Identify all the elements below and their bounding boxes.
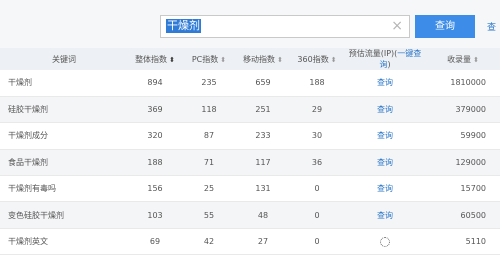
keyword-cell: 干燥剂有毒吗: [8, 184, 56, 194]
table-row: 变色硅胶干燥剂 103 55 48 0 查询 60500: [0, 201, 500, 229]
360-index-cell: 0: [314, 210, 320, 220]
volume-cell: 15700: [460, 184, 486, 194]
keyword-cell: 变色硅胶干燥剂: [8, 210, 64, 220]
mobile-index-cell: 251: [255, 105, 271, 115]
header-mobile-index[interactable]: 移动指数 ⬍: [236, 48, 290, 70]
overall-index-cell: 369: [147, 105, 163, 115]
header-traffic: 预估流量(IP)(一键查询): [348, 49, 422, 69]
header-360-index[interactable]: 360指数 ⬍: [290, 48, 344, 70]
volume-cell: 60500: [460, 210, 486, 220]
clear-icon[interactable]: ×: [391, 18, 403, 34]
traffic-query-link[interactable]: 查询: [344, 96, 426, 122]
table-row: 干燥剂英文 69 42 27 0 5110: [0, 228, 500, 255]
overall-index-cell: 69: [149, 237, 161, 247]
360-index-cell: 0: [314, 184, 320, 194]
table-row: 干燥剂 894 235 659 188 查询 1810000: [0, 70, 500, 97]
keyword-cell: 食品干燥剂: [8, 157, 48, 167]
mobile-index-cell: 48: [257, 210, 269, 220]
mobile-index-cell: 233: [255, 131, 271, 141]
keyword-table: 关键词 整体指数 ⬍ PC指数 ⬍ 移动指数 ⬍ 360指数 ⬍ 预估流量(IP)(一键…: [0, 48, 500, 255]
overall-index-cell: 320: [147, 131, 163, 141]
search-input[interactable]: 干燥剂 ×: [160, 15, 410, 38]
volume-cell: 129000: [455, 157, 486, 167]
keyword-cell: 干燥剂成分: [8, 131, 48, 141]
pc-index-cell: 55: [203, 210, 215, 220]
pc-index-cell: 235: [201, 78, 217, 88]
volume-cell: 379000: [455, 105, 486, 115]
pc-index-cell: 71: [203, 157, 215, 167]
sort-icon[interactable]: ⬍: [277, 56, 283, 64]
traffic-query-link[interactable]: 查询: [344, 123, 426, 149]
mobile-index-cell: 27: [257, 237, 269, 247]
volume-cell: 59900: [460, 131, 486, 141]
360-index-cell: 30: [311, 131, 323, 141]
sort-icon[interactable]: ⬍: [331, 56, 337, 64]
overall-index-cell: 156: [147, 184, 163, 194]
360-index-cell: 29: [311, 105, 323, 115]
traffic-query-link[interactable]: 查询: [344, 202, 426, 228]
keyword-cell: 干燥剂英文: [8, 237, 48, 247]
search-bar: 干燥剂 × 查询 查: [0, 0, 500, 48]
header-overall-index[interactable]: 整体指数 ⬍: [128, 48, 182, 70]
pc-index-cell: 25: [203, 184, 215, 194]
table-row: 干燥剂成分 320 87 233 30 查询 59900: [0, 123, 500, 150]
traffic-query-link[interactable]: 查询: [344, 176, 426, 202]
loading-spinner-cell: [344, 228, 426, 254]
table-row: 硅胶干燥剂 369 118 251 29 查询 379000: [0, 96, 500, 123]
search-button[interactable]: 查询: [415, 15, 475, 38]
pc-index-cell: 87: [203, 131, 215, 141]
mobile-index-cell: 131: [255, 184, 271, 194]
header-pc-index[interactable]: PC指数 ⬍: [182, 48, 236, 70]
header-keyword: 关键词: [52, 54, 76, 64]
loading-spinner-icon: [380, 236, 390, 247]
search-query-text: 干燥剂: [166, 19, 201, 33]
360-index-cell: 36: [311, 157, 323, 167]
table-row: 食品干燥剂 188 71 117 36 查询 129000: [0, 149, 500, 176]
sort-icon[interactable]: ⬍: [169, 56, 175, 64]
table-header-row: 关键词 整体指数 ⬍ PC指数 ⬍ 移动指数 ⬍ 360指数 ⬍ 预估流量(IP)(一键…: [0, 48, 500, 70]
header-volume[interactable]: 收录量 ⬍: [426, 48, 500, 70]
overall-index-cell: 103: [147, 210, 163, 220]
query-link-partial[interactable]: 查: [487, 20, 496, 33]
keyword-cell: 干燥剂: [8, 78, 32, 88]
mobile-index-cell: 659: [255, 78, 271, 88]
sort-icon[interactable]: ⬍: [220, 56, 226, 64]
traffic-query-link[interactable]: 查询: [344, 149, 426, 175]
overall-index-cell: 894: [147, 78, 163, 88]
keyword-cell: 硅胶干燥剂: [8, 105, 48, 115]
traffic-query-link[interactable]: 查询: [344, 70, 426, 96]
mobile-index-cell: 117: [255, 157, 271, 167]
overall-index-cell: 188: [147, 157, 163, 167]
pc-index-cell: 118: [201, 105, 217, 115]
volume-cell: 5110: [465, 237, 486, 247]
360-index-cell: 188: [309, 78, 325, 88]
volume-cell: 1810000: [450, 78, 486, 88]
sort-icon[interactable]: ⬍: [473, 56, 479, 64]
360-index-cell: 0: [314, 237, 320, 247]
pc-index-cell: 42: [203, 237, 215, 247]
table-row: 干燥剂有毒吗 156 25 131 0 查询 15700: [0, 176, 500, 202]
